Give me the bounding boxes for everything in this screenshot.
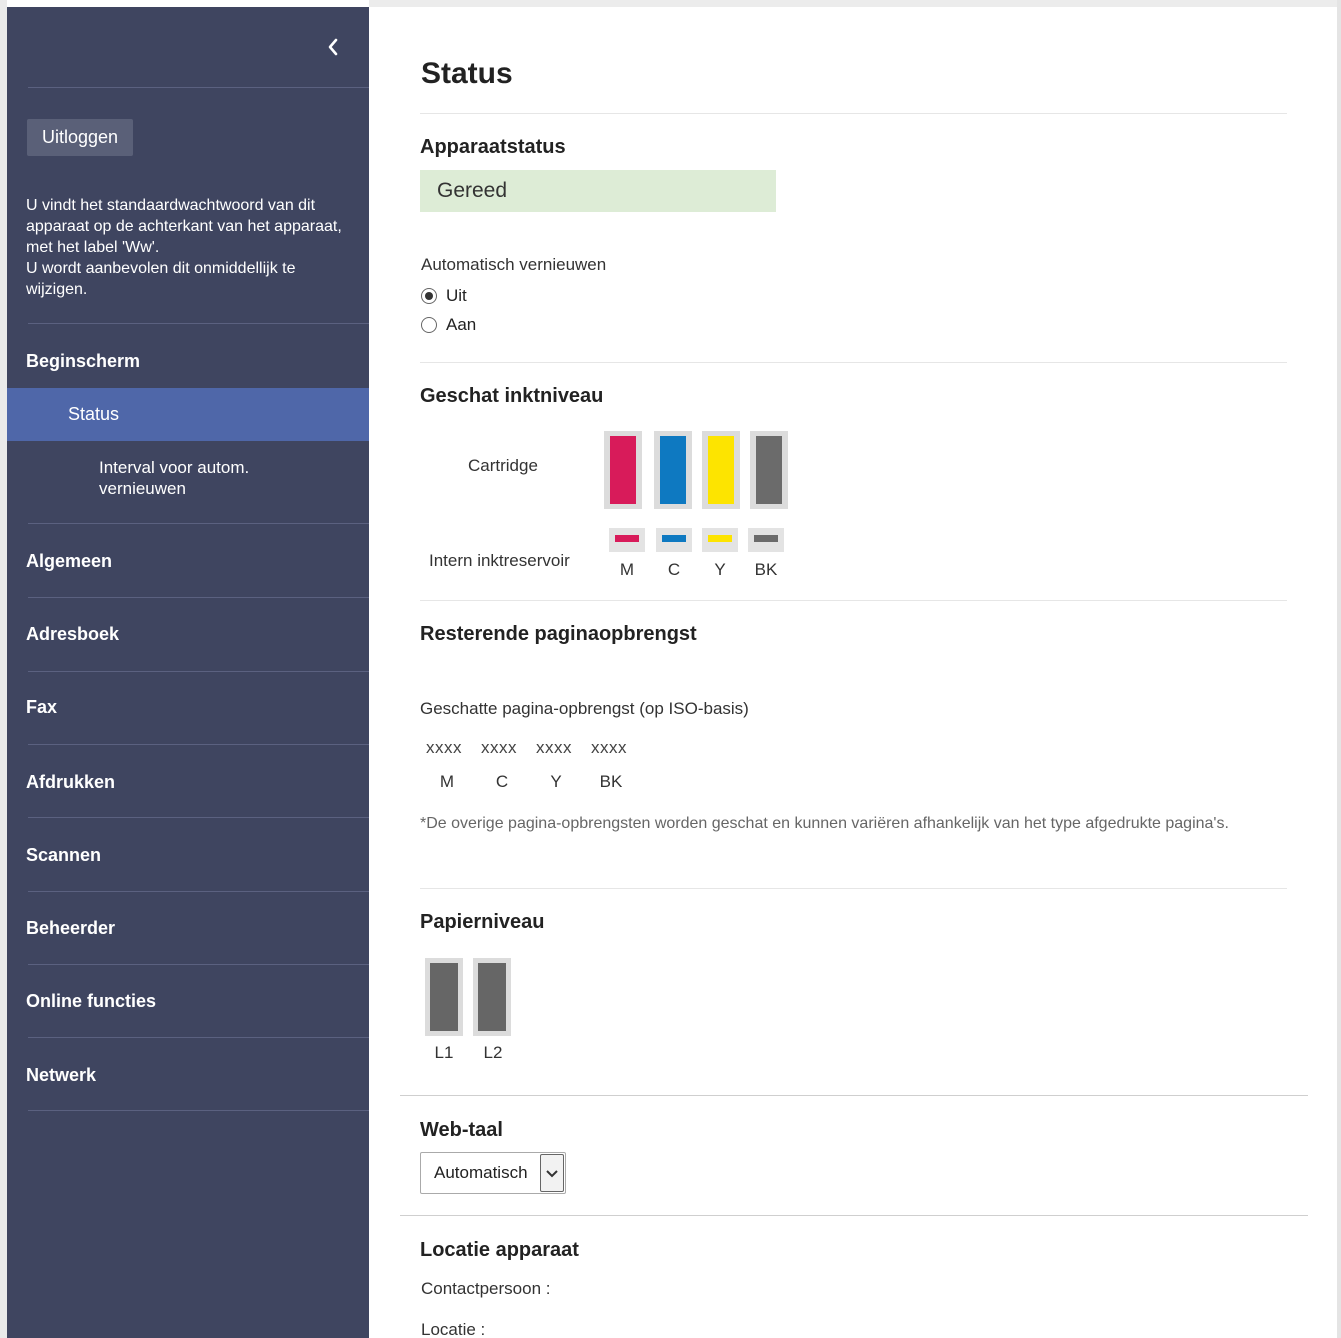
tray-label: L1 <box>434 1043 454 1062</box>
sidebar-divider <box>28 597 369 598</box>
tank-level-fill <box>708 535 732 542</box>
tank-yellow <box>702 528 738 552</box>
section-divider <box>400 1215 1308 1216</box>
sidebar-divider <box>28 323 369 324</box>
yield-letter: C <box>495 772 509 791</box>
sidebar-divider <box>28 817 369 818</box>
web-language-selected: Automatisch <box>434 1163 528 1182</box>
radio-auto-refresh-off[interactable]: Uit <box>421 286 467 306</box>
radio-label-off: Uit <box>446 286 467 305</box>
sidebar-divider <box>28 964 369 965</box>
nav-fax[interactable]: Fax <box>26 697 57 718</box>
sidebar-divider <box>28 891 369 892</box>
nav-status-label: Status <box>68 404 120 424</box>
tank-cyan <box>656 528 692 552</box>
dropdown-arrow[interactable] <box>540 1154 564 1192</box>
page-title: Status <box>421 57 513 90</box>
chevron-left-icon <box>328 38 338 56</box>
yield-letter: BK <box>599 772 623 791</box>
paper-tray-l1 <box>425 958 463 1036</box>
tank-level-fill <box>615 535 639 542</box>
paper-level-fill <box>478 963 506 1031</box>
nav-online[interactable]: Online functies <box>26 991 156 1012</box>
ink-letter: C <box>667 560 681 579</box>
location-label: Locatie : <box>421 1320 486 1338</box>
tank-level-fill <box>754 535 778 542</box>
cartridge-black <box>750 431 788 509</box>
paper-tray-l2 <box>473 958 511 1036</box>
ink-level-fill <box>610 436 636 504</box>
ink-level-heading: Geschat inktniveau <box>420 385 604 407</box>
nav-refresh-interval[interactable]: Interval voor autom. vernieuwen <box>99 457 319 499</box>
logout-button[interactable]: Uitloggen <box>27 119 134 156</box>
chevron-down-icon <box>546 1169 558 1177</box>
yield-value: xxxx <box>426 738 462 757</box>
cartridge-label: Cartridge <box>468 456 538 475</box>
page-yield-heading: Resterende paginaopbrengst <box>420 623 697 645</box>
nav-addressbook[interactable]: Adresboek <box>26 624 119 645</box>
radio-button[interactable] <box>421 317 437 333</box>
yield-footnote: *De overige pagina-opbrengsten worden ge… <box>420 815 1229 832</box>
yield-letter: M <box>439 772 455 791</box>
frame-edge-right <box>1337 0 1341 1338</box>
device-status-heading: Apparaatstatus <box>420 136 566 158</box>
yield-value: xxxx <box>536 738 572 757</box>
nav-scan[interactable]: Scannen <box>26 845 101 866</box>
sidebar-divider <box>28 744 369 745</box>
ink-letter: M <box>619 560 635 579</box>
auto-refresh-label: Automatisch vernieuwen <box>421 255 607 274</box>
ink-level-fill <box>756 436 782 504</box>
paper-level-heading: Papierniveau <box>420 911 545 933</box>
section-divider <box>400 1095 1308 1096</box>
section-divider <box>420 888 1287 889</box>
cartridge-yellow <box>702 431 740 509</box>
radio-auto-refresh-on[interactable]: Aan <box>421 315 476 335</box>
sidebar-divider <box>28 523 369 524</box>
yield-value: xxxx <box>481 738 517 757</box>
sidebar-divider <box>28 87 369 88</box>
sidebar: Uitloggen U vindt het standaardwachtwoor… <box>7 7 369 1338</box>
sidebar-divider <box>28 671 369 672</box>
sidebar-divider <box>28 1037 369 1038</box>
password-note: U vindt het standaardwachtwoord van dit … <box>26 197 342 298</box>
internal-tank-label: Intern inktreservoir <box>429 551 570 570</box>
device-location-heading: Locatie apparaat <box>420 1239 579 1261</box>
frame-edge-left <box>0 0 7 1338</box>
frame-edge-top <box>369 0 1341 7</box>
cartridge-magenta <box>604 431 642 509</box>
nav-status[interactable]: Status <box>7 388 369 441</box>
ink-letter: BK <box>754 560 778 579</box>
main-content: Status Apparaatstatus Gereed Automatisch… <box>369 7 1337 1338</box>
paper-level-fill <box>430 963 458 1031</box>
tank-black <box>748 528 784 552</box>
collapse-sidebar-button[interactable] <box>321 33 345 61</box>
sidebar-divider <box>28 1110 369 1111</box>
nav-network[interactable]: Netwerk <box>26 1065 96 1086</box>
device-status-value: Gereed <box>437 179 508 202</box>
cartridge-cyan <box>654 431 692 509</box>
section-divider <box>420 600 1287 601</box>
yield-letter: Y <box>550 772 562 791</box>
yield-value: xxxx <box>591 738 627 757</box>
device-status-box: Gereed <box>420 170 776 212</box>
tank-level-fill <box>662 535 686 542</box>
tray-label: L2 <box>483 1043 503 1062</box>
radio-label-on: Aan <box>446 315 477 334</box>
nav-print[interactable]: Afdrukken <box>26 772 115 793</box>
nav-home[interactable]: Beginscherm <box>26 351 140 372</box>
web-language-select[interactable]: Automatisch <box>420 1152 566 1194</box>
page-yield-label: Geschatte pagina-opbrengst (op ISO-basis… <box>420 699 749 718</box>
ink-level-fill <box>660 436 686 504</box>
ink-letter: Y <box>714 560 726 579</box>
section-divider <box>420 362 1287 363</box>
nav-admin[interactable]: Beheerder <box>26 918 115 939</box>
radio-button-selected[interactable] <box>421 288 437 304</box>
tank-magenta <box>609 528 645 552</box>
contact-person-label: Contactpersoon : <box>421 1279 551 1298</box>
web-language-heading: Web-taal <box>420 1119 503 1141</box>
ink-level-fill <box>708 436 734 504</box>
nav-general[interactable]: Algemeen <box>26 551 112 572</box>
section-divider <box>420 113 1287 114</box>
